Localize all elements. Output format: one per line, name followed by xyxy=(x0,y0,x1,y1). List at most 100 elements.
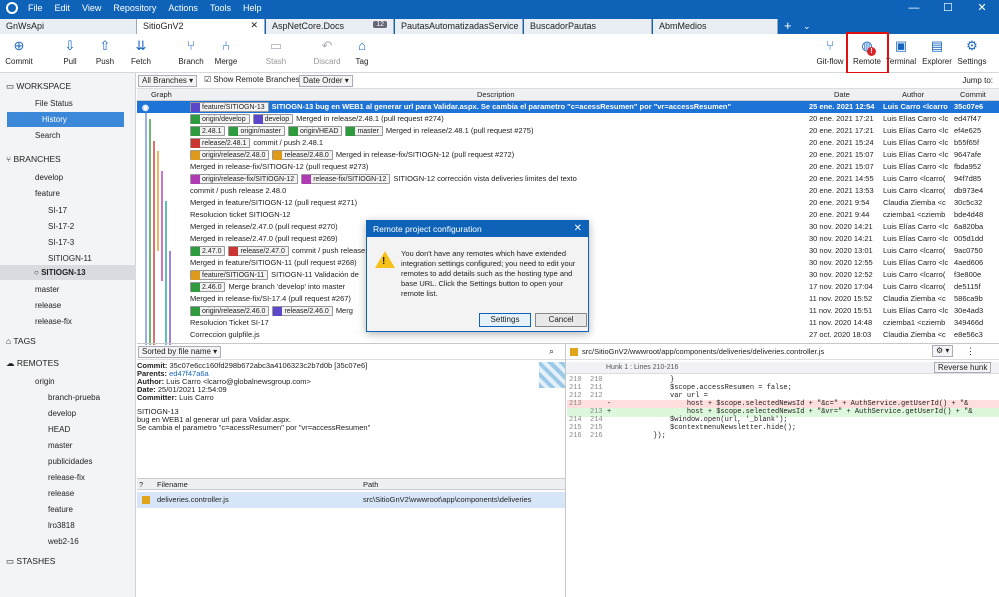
menu-tools[interactable]: Tools xyxy=(210,3,231,13)
sidebar-remote-item[interactable]: release xyxy=(0,486,136,501)
ref-label[interactable]: origin/release/2.48.0 xyxy=(190,150,270,160)
checkbox-icon[interactable]: ? xyxy=(139,480,143,489)
search-icon[interactable]: ⌕ xyxy=(549,346,554,357)
menu-file[interactable]: File xyxy=(28,3,43,13)
commit-row[interactable]: origin/develop develop Merged in release/2… xyxy=(137,113,999,125)
push-button[interactable]: ⇧ Push xyxy=(87,38,123,66)
more-options-icon[interactable]: ⋮ xyxy=(966,346,975,357)
sidebar-folder-release[interactable]: release xyxy=(0,298,136,313)
pull-button[interactable]: ⇩ Pull xyxy=(52,38,88,66)
sidebar-branches[interactable]: ⑂ BRANCHES xyxy=(0,152,136,167)
sort-dropdown[interactable]: Sorted by file name ▾ xyxy=(138,346,222,358)
ref-label[interactable]: origin/master xyxy=(228,126,285,136)
sidebar-stashes[interactable]: ▭ STASHES xyxy=(0,554,136,569)
ref-label[interactable]: origin/HEAD xyxy=(287,126,343,136)
col-commit[interactable]: Commit xyxy=(960,90,986,99)
sidebar-item-file-status[interactable]: File Status xyxy=(0,96,136,111)
vertical-splitter[interactable] xyxy=(565,344,566,597)
sidebar-remotes[interactable]: ☁ REMOTES xyxy=(0,356,136,371)
show-remote-checkbox[interactable]: ☑ Show Remote Branches xyxy=(201,75,303,87)
dialog-cancel-button[interactable]: Cancel xyxy=(535,313,587,327)
ref-label[interactable]: 2.47.0 xyxy=(190,246,226,256)
ref-label[interactable]: release-fix/SITIOGN-12 xyxy=(301,174,391,184)
settings-button[interactable]: ⚙ Settings xyxy=(954,38,990,66)
ref-label[interactable]: origin/develop xyxy=(190,114,250,124)
ref-label[interactable]: release/2.48.1 xyxy=(190,138,251,148)
commit-row[interactable]: Merged in feature/SITIOGN-12 (pull reque… xyxy=(137,197,999,209)
col-path[interactable]: Path xyxy=(363,480,378,489)
tab-buscadorpautas[interactable]: BuscadorPautas xyxy=(524,19,652,34)
sidebar-remote-item[interactable]: HEAD xyxy=(0,422,136,437)
sidebar-remote-item[interactable]: publicidades xyxy=(0,454,136,469)
commit-row[interactable]: commit / push release 2.48.0 20 ene. 2021… xyxy=(137,185,999,197)
sidebar-remote-origin[interactable]: origin xyxy=(0,374,136,389)
sidebar-item-search[interactable]: Search xyxy=(0,128,136,143)
sidebar-workspace[interactable]: ▭ WORKSPACE xyxy=(0,79,136,94)
ref-label[interactable]: feature/SITIOGN-13 xyxy=(190,102,269,112)
sidebar-branch-si172[interactable]: SI-17-2 xyxy=(0,219,136,234)
stash-button[interactable]: ▭ Stash xyxy=(258,38,294,66)
tab-gnwsapi[interactable]: GnWsApi xyxy=(0,19,137,34)
sidebar-branch-sitiogn13[interactable]: ○ SITIOGN-13 xyxy=(0,265,136,280)
menu-actions[interactable]: Actions xyxy=(168,3,198,13)
ref-label[interactable]: master xyxy=(345,126,383,136)
branch-button[interactable]: ⑂ Branch xyxy=(173,38,209,66)
fetch-button[interactable]: ⇊ Fetch xyxy=(123,38,159,66)
sidebar-remote-item[interactable]: lro3818 xyxy=(0,518,136,533)
tag-button[interactable]: ⌂ Tag xyxy=(344,38,380,66)
ref-label[interactable]: release/2.48.0 xyxy=(272,150,333,160)
dialog-close-icon[interactable]: ✕ xyxy=(574,221,582,237)
sidebar-branch-si17[interactable]: SI-17 xyxy=(0,203,136,218)
all-branches-dropdown[interactable]: All Branches ▾ xyxy=(138,75,198,87)
commit-row[interactable]: Merged in release-fix/SITIOGN-12 (pull r… xyxy=(137,161,999,173)
ref-label[interactable]: 2.46.0 xyxy=(190,282,226,292)
sidebar-remote-item[interactable]: develop xyxy=(0,406,136,421)
new-tab-icon[interactable]: + xyxy=(784,18,792,33)
dialog-settings-button[interactable]: Settings xyxy=(479,313,531,327)
ref-label[interactable]: develop xyxy=(252,114,294,124)
minimize-icon[interactable]: — xyxy=(897,0,931,17)
commit-row[interactable]: release/2.48.1 commit / push 2.48.1 20 ene… xyxy=(137,137,999,149)
tab-list-chevron-icon[interactable]: ⌄ xyxy=(803,21,811,32)
menu-help[interactable]: Help xyxy=(243,3,262,13)
file-row[interactable]: deliveries.controller.js src\SitioGnV2\w… xyxy=(137,492,565,508)
sidebar-remote-item[interactable]: feature xyxy=(0,502,136,517)
sidebar-folder-feature[interactable]: feature xyxy=(0,186,136,201)
commit-row[interactable]: ◉ feature/SITIOGN-13 SITIOGN-13 bug en WEB… xyxy=(137,101,999,113)
ref-label[interactable]: feature/SITIOGN-11 xyxy=(190,270,269,280)
col-author[interactable]: Author xyxy=(902,90,924,99)
menu-edit[interactable]: Edit xyxy=(55,3,71,13)
date-order-dropdown[interactable]: Date Order ▾ xyxy=(299,75,353,87)
gitflow-button[interactable]: ⑂ Git-flow xyxy=(812,38,848,66)
ref-label[interactable]: 2.48.1 xyxy=(190,126,226,136)
sidebar-remote-item[interactable]: branch-prueba xyxy=(0,390,136,405)
col-date[interactable]: Date xyxy=(834,90,850,99)
discard-button[interactable]: ↶ Discard xyxy=(309,38,345,66)
tab-abmmedios[interactable]: AbmMedios xyxy=(653,19,778,34)
sidebar-item-history[interactable]: History xyxy=(7,112,124,127)
reverse-hunk-button[interactable]: Reverse hunk xyxy=(934,362,992,373)
sidebar-tags[interactable]: ⌂ TAGS xyxy=(0,334,136,349)
sidebar-branch-master[interactable]: master xyxy=(0,282,136,297)
maximize-icon[interactable]: ☐ xyxy=(931,0,965,17)
commit-row[interactable]: 2.48.1 origin/master origin/HEAD master Merg… xyxy=(137,125,999,137)
ref-label[interactable]: origin/release/2.46.0 xyxy=(190,306,270,316)
col-filename[interactable]: Filename xyxy=(157,480,188,489)
sidebar-remote-item[interactable]: release-fix xyxy=(0,470,136,485)
tab-sitiognv2[interactable]: SitioGnV2 ✕ xyxy=(137,19,265,34)
diff-options-gear-icon[interactable]: ⚙ ▾ xyxy=(932,345,954,357)
commit-row[interactable]: origin/release-fix/SITIOGN-12 release-fix… xyxy=(137,173,999,185)
commit-row[interactable]: origin/release/2.48.0 release/2.48.0 Merge… xyxy=(137,149,999,161)
ref-label[interactable]: release/2.47.0 xyxy=(228,246,289,256)
sidebar-branch-sitiogn11[interactable]: SITIOGN-11 xyxy=(0,251,136,266)
sidebar-branch-si173[interactable]: SI-17-3 xyxy=(0,235,136,250)
sidebar-folder-release-fix[interactable]: release-fix xyxy=(0,314,136,329)
col-graph[interactable]: Graph xyxy=(151,90,172,99)
close-icon[interactable]: ✕ xyxy=(965,0,999,17)
commit-button[interactable]: ⊕ Commit xyxy=(1,38,37,66)
col-description[interactable]: Description xyxy=(477,90,515,99)
sidebar-remote-item[interactable]: master xyxy=(0,438,136,453)
tab-close-icon[interactable]: ✕ xyxy=(250,20,258,31)
tab-aspnetcore-docs[interactable]: AspNetCore.Docs 12 xyxy=(266,19,394,34)
menu-view[interactable]: View xyxy=(82,3,101,13)
